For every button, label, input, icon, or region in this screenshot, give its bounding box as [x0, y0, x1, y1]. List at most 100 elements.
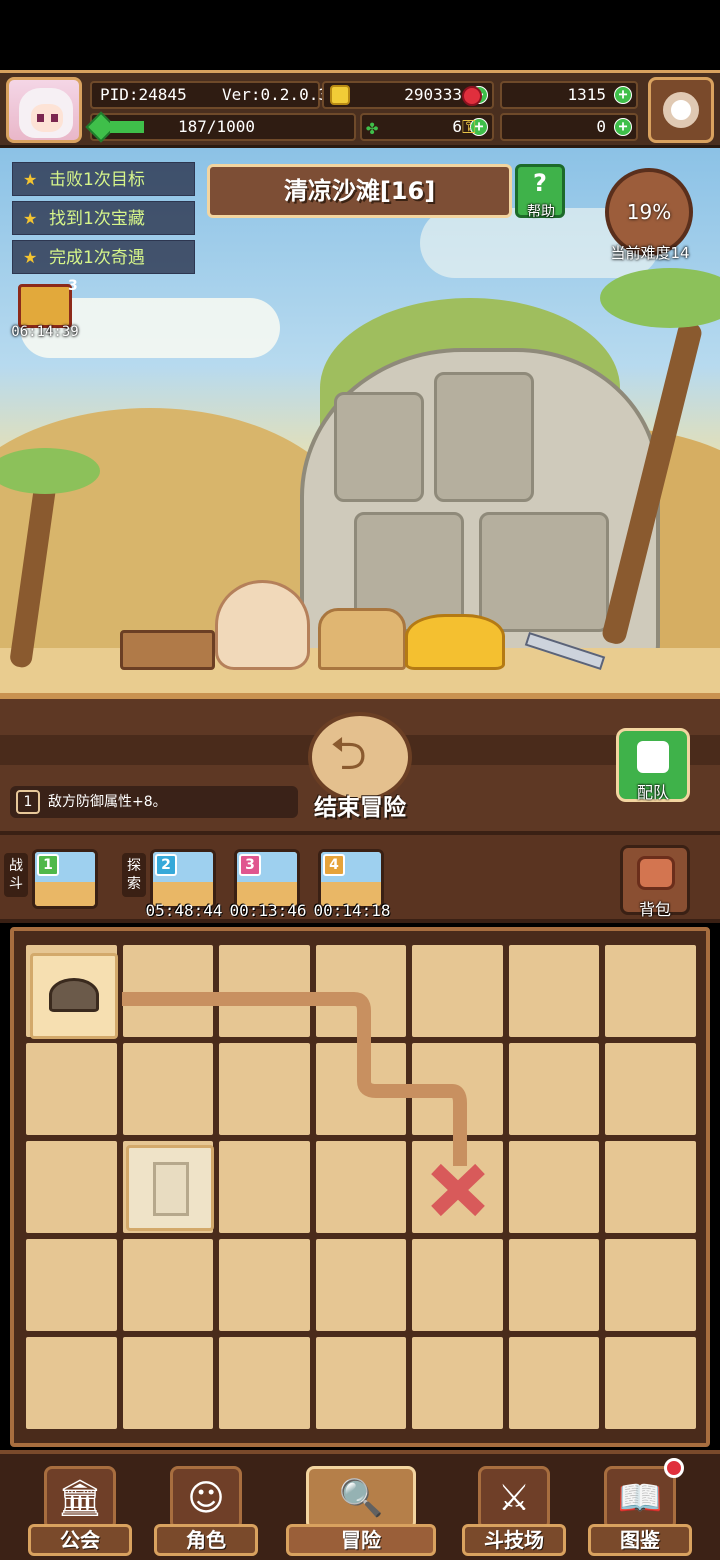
- question-mark-icon: ?: [533, 169, 547, 197]
- gem-value: 1315: [567, 85, 606, 104]
- nav-label: 图鉴: [588, 1524, 692, 1556]
- explored-path: [122, 992, 467, 1166]
- help-button[interactable]: ? 帮助: [515, 164, 565, 220]
- top-header: PID:24845 Ver:0.2.0.3 290333 + 1315 + 18…: [0, 70, 720, 148]
- pid-version-bar: PID:24845 Ver:0.2.0.3: [90, 81, 328, 109]
- star-icon: ★: [23, 170, 38, 189]
- quest-find-treasure[interactable]: ★ 找到1次宝藏: [12, 201, 195, 235]
- nav-guild[interactable]: 🏛 公会: [20, 1462, 140, 1560]
- modifier-text: 敌方防御属性+8。: [48, 794, 167, 810]
- add-gems-button[interactable]: +: [614, 86, 632, 104]
- exploration-map: [10, 927, 710, 1447]
- backpack-label: 背包: [638, 900, 671, 919]
- book-glyph: 📖: [617, 1478, 663, 1519]
- nav-codex[interactable]: 📖 图鉴: [580, 1462, 700, 1560]
- settings-button[interactable]: [648, 77, 714, 143]
- key-counter: ⚿ 0 +: [462, 113, 638, 141]
- timed-gift-chest[interactable]: 3 06:14:39: [11, 278, 78, 340]
- status-bar: [0, 0, 720, 70]
- gift-box-icon: [18, 284, 72, 328]
- nav-label: 角色: [154, 1524, 258, 1556]
- nav-character[interactable]: ☺ 角色: [146, 1462, 266, 1560]
- nav-label: 公会: [28, 1524, 132, 1556]
- backpack-icon: [637, 856, 675, 890]
- notification-dot: [664, 1458, 684, 1478]
- avatar-eye-right: [51, 114, 58, 122]
- star-icon: ★: [23, 209, 38, 228]
- rock-block: [434, 372, 534, 502]
- player-avatar[interactable]: [6, 77, 82, 143]
- treasure-scroll-tile[interactable]: [126, 1145, 214, 1231]
- help-label: 帮助: [527, 204, 555, 220]
- nav-label: 冒险: [286, 1524, 436, 1556]
- sandcastle-prop[interactable]: [318, 608, 406, 670]
- quest-label: 击败1次目标: [49, 170, 145, 190]
- team-setup-button[interactable]: 配队: [616, 728, 690, 802]
- explore-slot-2[interactable]: 2: [150, 849, 216, 909]
- explore-label: 探索: [122, 853, 146, 897]
- crossed-swords-icon: ⚔: [478, 1466, 550, 1530]
- team-icon: [637, 741, 669, 773]
- adventure-map-icon: 🔍: [306, 1466, 416, 1530]
- energy-bar: 187/1000: [85, 111, 356, 143]
- guild-glyph: 🏛: [57, 1478, 103, 1519]
- explore-slot-4[interactable]: 4: [318, 849, 384, 909]
- swords-glyph: ⚔: [497, 1478, 531, 1519]
- team-label: 配队: [636, 783, 669, 802]
- slot-bar: 战斗 1 探索 2 05:48:44 3 00:13:46 4 00:14:18…: [0, 831, 720, 923]
- explore-timer: 00:13:46: [229, 901, 307, 920]
- resource-panel: PID:24845 Ver:0.2.0.3 290333 + 1315 + 18…: [85, 79, 640, 143]
- quest-defeat-target[interactable]: ★ 击败1次目标: [12, 162, 195, 196]
- explore-timer: 05:48:44: [145, 901, 223, 920]
- slot-number: 2: [155, 854, 177, 876]
- modifier-index: 1: [16, 790, 40, 814]
- version-text: Ver:0.2.0.3: [222, 85, 328, 104]
- bottom-navigation: 🏛 公会 ☺ 角色 🔍 冒险 ⚔ 斗技场 📖 图鉴: [0, 1450, 720, 1560]
- scroll-icon: [153, 1162, 189, 1216]
- end-adventure-button[interactable]: ⮌ 结束冒险: [302, 712, 416, 824]
- guild-hall-icon: 🏛: [44, 1466, 116, 1530]
- slot-number: 3: [239, 854, 261, 876]
- pid-text: PID:24845: [100, 85, 187, 104]
- clam-shell-pearl-prop[interactable]: [215, 580, 310, 670]
- codex-book-icon: 📖: [604, 1466, 676, 1530]
- nav-adventure[interactable]: 🔍 冒险: [286, 1462, 436, 1560]
- quest-complete-encounter[interactable]: ★ 完成1次奇遇: [12, 240, 195, 274]
- difficulty-label: 当前难度14: [610, 244, 690, 262]
- difficulty-percent: 19%: [626, 200, 672, 224]
- character-glyph: ☺: [187, 1478, 225, 1519]
- stage-title-banner: 清凉沙滩[16]: [207, 164, 512, 218]
- add-key-button[interactable]: +: [614, 118, 632, 136]
- character-icon: ☺: [170, 1466, 242, 1530]
- golden-creature-enemy[interactable]: [405, 614, 505, 670]
- quest-label: 找到1次宝藏: [49, 209, 145, 229]
- gear-icon: [663, 92, 699, 128]
- rock-block: [334, 392, 424, 502]
- adventure-scene: ★ 击败1次目标 ★ 找到1次宝藏 ★ 完成1次奇遇 3 06:14:39 清凉…: [0, 148, 720, 693]
- campfire-pot-tile[interactable]: [30, 953, 118, 1039]
- rock-block: [479, 512, 609, 632]
- gift-count-badge: 3: [68, 278, 78, 294]
- fruit-crate-prop[interactable]: [120, 630, 215, 670]
- key-value: 0: [596, 117, 606, 136]
- backpack-button[interactable]: 背包: [620, 845, 690, 919]
- cooking-pot-icon: [49, 978, 99, 1012]
- red-gem-icon: [462, 86, 482, 106]
- avatar-face: [31, 104, 63, 132]
- nav-arena[interactable]: ⚔ 斗技场: [454, 1462, 574, 1560]
- star-icon: ★: [23, 248, 38, 267]
- explore-timer: 00:14:18: [313, 901, 391, 920]
- clover-value: 6: [452, 117, 462, 136]
- adventure-glyph: 🔍: [338, 1478, 384, 1519]
- gold-value: 290333: [404, 85, 462, 104]
- target-x-marker[interactable]: [431, 1163, 485, 1217]
- slot-land: [35, 881, 95, 906]
- enemy-modifier-info: 1 敌方防御属性+8。: [10, 786, 298, 818]
- gold-coin-icon: [330, 85, 350, 105]
- slot-number: 4: [323, 854, 345, 876]
- explore-slot-3[interactable]: 3: [234, 849, 300, 909]
- energy-fill: [110, 121, 144, 133]
- battle-slot-1[interactable]: 1: [32, 849, 98, 909]
- gem-counter: 1315 +: [462, 81, 638, 109]
- battle-label: 战斗: [4, 853, 28, 897]
